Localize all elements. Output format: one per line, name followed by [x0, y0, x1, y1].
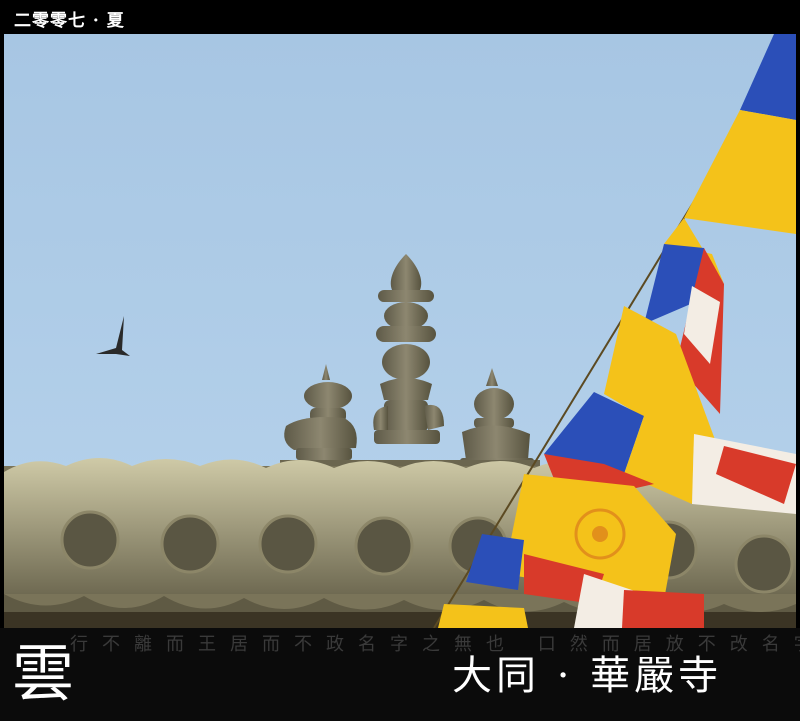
- bottom-frame: 行不離而王居而不政名字之無也 口然而居放不改名字之也口他 雲 大同 · 華嚴寺: [0, 628, 800, 721]
- cloud-character: 雲: [12, 637, 75, 710]
- date-caption: 二零零七 · 夏: [14, 11, 125, 31]
- place-title: 大同 · 華嚴寺: [452, 653, 723, 699]
- temple-roof-photo: [4, 34, 796, 628]
- top-frame: 二零零七 · 夏: [0, 0, 800, 34]
